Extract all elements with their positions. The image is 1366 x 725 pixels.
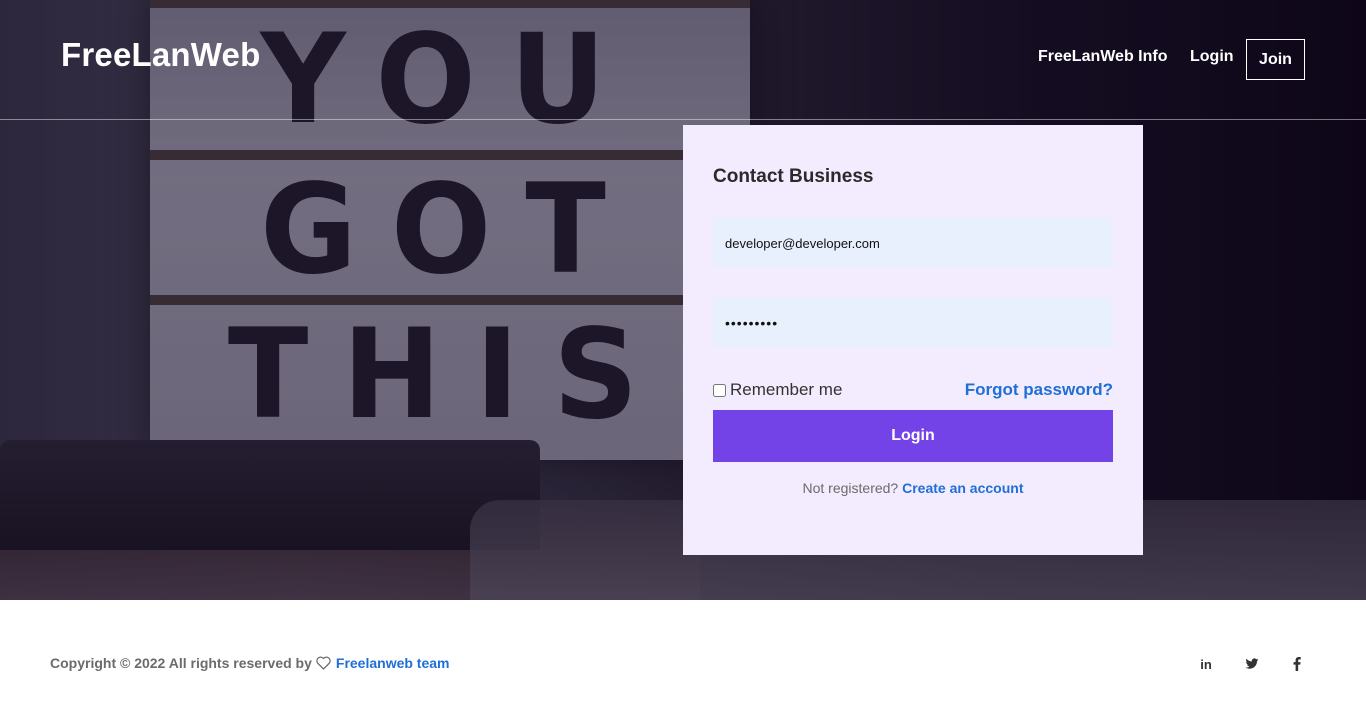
card-title: Contact Business xyxy=(713,166,874,187)
remember-checkbox[interactable] xyxy=(713,383,726,397)
login-card: Contact Business Remember me Forgot pass… xyxy=(683,125,1143,555)
register-prompt: Not registered? Create an account xyxy=(683,480,1143,496)
team-link[interactable]: Freelanweb team xyxy=(336,655,450,671)
linkedin-icon[interactable]: in xyxy=(1196,656,1216,672)
nav-login[interactable]: Login xyxy=(1190,48,1234,66)
site-footer: Copyright © 2022 All rights reserved by … xyxy=(0,600,1366,725)
register-prompt-text: Not registered? xyxy=(802,480,899,496)
remember-me[interactable]: Remember me xyxy=(713,380,842,400)
join-button[interactable]: Join xyxy=(1246,39,1305,80)
nav-freelanweb-info[interactable]: FreeLanWeb Info xyxy=(1038,48,1168,66)
password-field[interactable] xyxy=(713,298,1113,348)
site-logo[interactable]: FreeLanWeb xyxy=(61,36,260,74)
facebook-icon[interactable] xyxy=(1287,656,1307,672)
forgot-password-link[interactable]: Forgot password? xyxy=(965,380,1113,400)
heart-icon xyxy=(316,656,331,670)
remember-label: Remember me xyxy=(730,380,843,399)
twitter-icon[interactable] xyxy=(1242,656,1262,672)
login-submit-button[interactable]: Login xyxy=(713,410,1113,462)
create-account-link[interactable]: Create an account xyxy=(902,480,1023,496)
copyright-text: Copyright © 2022 All rights reserved by xyxy=(50,655,312,671)
site-header: FreeLanWeb FreeLanWeb Info Login Join xyxy=(0,0,1366,120)
copyright: Copyright © 2022 All rights reserved by … xyxy=(50,655,450,671)
email-field[interactable] xyxy=(713,218,1113,268)
